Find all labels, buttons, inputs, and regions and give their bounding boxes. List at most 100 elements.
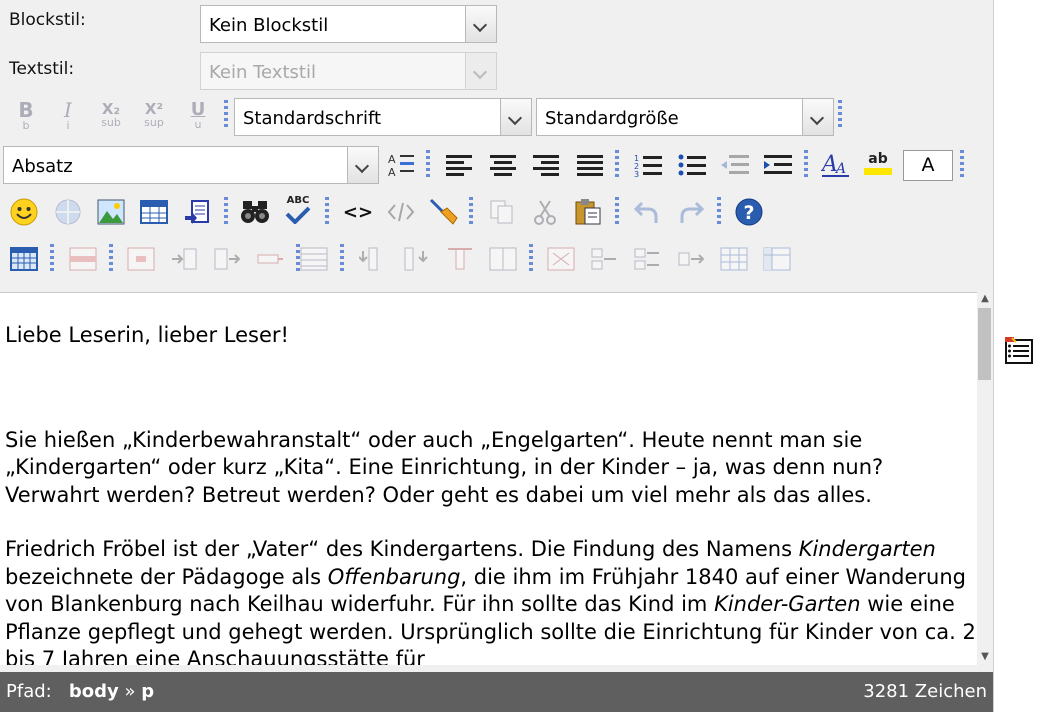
editor-content-area[interactable]: Liebe Leserin, lieber Leser! Sie hießen …	[0, 292, 977, 665]
merge-cells-icon[interactable]	[546, 244, 576, 274]
element-path: Pfad: body » p	[6, 681, 155, 702]
binoculars-icon[interactable]	[240, 197, 270, 227]
content-scrollbar[interactable]: ▲ ▼	[977, 292, 993, 664]
font-family-select[interactable]: Standardschrift	[234, 98, 532, 136]
toolbar-separator	[469, 197, 473, 227]
chevron-down-icon[interactable]	[347, 147, 378, 183]
image-icon[interactable]	[96, 197, 126, 227]
bold-icon[interactable]: B b	[11, 100, 41, 131]
paragraph: Friedrich Fröbel ist der „Vater“ des Kin…	[5, 537, 976, 665]
row-after-icon[interactable]	[212, 244, 242, 274]
blockstyle-select[interactable]: Kein Blockstil	[200, 5, 497, 43]
highlight-color-icon[interactable]: ab	[863, 148, 893, 178]
toolbar-separator	[340, 244, 344, 274]
chevron-down-icon[interactable]	[802, 99, 833, 135]
help-icon[interactable]: ?	[734, 197, 764, 227]
toolbar-separator	[615, 197, 619, 227]
col-props-icon[interactable]	[299, 244, 329, 274]
align-right-icon[interactable]	[531, 150, 561, 180]
redo-icon[interactable]	[676, 197, 706, 227]
font-size-select[interactable]: Standardgröße	[536, 98, 834, 136]
insert-snippet-icon[interactable]	[183, 197, 213, 227]
cut-icon[interactable]	[530, 197, 560, 227]
underline-icon[interactable]: U u	[183, 100, 213, 130]
indent-icon[interactable]	[763, 150, 793, 180]
bullet-list-icon[interactable]	[677, 150, 707, 180]
toolbar-separator	[615, 150, 619, 180]
align-center-icon[interactable]	[488, 150, 518, 180]
scroll-up-icon[interactable]: ▲	[977, 292, 993, 306]
table-insert-icon[interactable]	[9, 244, 39, 274]
textstyle-value: Kein Textstil	[209, 62, 316, 83]
copy-icon[interactable]	[487, 197, 517, 227]
path-p-link[interactable]: p	[141, 681, 154, 702]
outdent-icon[interactable]	[720, 150, 750, 180]
chevron-down-icon[interactable]	[465, 6, 496, 42]
cell-props-icon[interactable]	[126, 244, 156, 274]
svg-text:A: A	[834, 161, 846, 177]
toolbar-separator	[109, 244, 113, 274]
empty-paragraph	[0, 400, 977, 427]
scroll-thumb[interactable]	[978, 308, 991, 380]
toolbar-separator	[960, 150, 964, 180]
paragraph-format-select[interactable]: Absatz	[3, 146, 379, 184]
row-before-icon[interactable]	[169, 244, 199, 274]
align-justify-icon[interactable]	[575, 150, 605, 180]
text-color-button[interactable]: A	[903, 150, 953, 181]
col-before-icon[interactable]	[358, 244, 388, 274]
textstyle-label: Textstil:	[9, 59, 75, 79]
col-after-icon[interactable]	[402, 244, 432, 274]
toolbar-separator	[50, 244, 54, 274]
svg-text:A: A	[388, 153, 396, 166]
delete-row-icon[interactable]	[255, 244, 285, 274]
spellcheck-icon[interactable]: ABC	[283, 195, 313, 225]
side-panel	[993, 0, 1050, 712]
svg-text:3: 3	[634, 170, 639, 177]
paragraph: Liebe Leserin, lieber Leser!	[5, 323, 289, 347]
svg-text:A: A	[388, 166, 396, 178]
paragraph: Sie hießen „Kinderbewahranstalt“ oder au…	[5, 427, 884, 507]
smiley-icon[interactable]	[9, 197, 39, 227]
scroll-down-icon[interactable]: ▼	[977, 650, 993, 664]
cut-row-icon[interactable]	[589, 244, 619, 274]
path-body-link[interactable]: body	[69, 681, 119, 702]
character-count: 3281 Zeichen	[863, 681, 987, 702]
numbered-list-icon[interactable]: 123	[633, 150, 663, 180]
copy-row-icon[interactable]	[632, 244, 662, 274]
source-code-icon[interactable]: <>	[343, 197, 373, 227]
table-layout-icon[interactable]	[762, 244, 792, 274]
status-bar: Pfad: body » p 3281 Zeichen	[0, 672, 993, 712]
delete-col-icon[interactable]	[445, 244, 475, 274]
undo-icon[interactable]	[632, 197, 662, 227]
toolbar-separator	[838, 100, 842, 130]
font-family-value: Standardschrift	[243, 108, 382, 129]
italic-icon[interactable]: I i	[53, 100, 83, 131]
row-props-icon[interactable]	[68, 244, 98, 274]
text-style-icon[interactable]: AA	[821, 150, 851, 180]
preview-code-icon[interactable]	[386, 197, 416, 227]
paste-icon[interactable]	[573, 197, 603, 227]
font-size-value: Standardgröße	[545, 108, 679, 129]
chevron-down-icon[interactable]	[500, 99, 531, 135]
table-grid-icon[interactable]	[719, 244, 749, 274]
list-properties-icon[interactable]	[1004, 336, 1034, 366]
paste-row-icon[interactable]	[676, 244, 706, 274]
superscript-icon[interactable]: X² sup	[139, 100, 169, 130]
blockstyle-value: Kein Blockstil	[209, 15, 329, 36]
svg-text:?: ?	[744, 202, 755, 224]
toolbar-separator	[224, 100, 228, 130]
rich-text-editor: Blockstil: Kein Blockstil Textstil: Kein…	[0, 0, 993, 712]
textstyle-select[interactable]: Kein Textstil	[200, 52, 497, 90]
subscript-icon[interactable]: X₂ sub	[96, 100, 126, 130]
line-height-icon[interactable]: AA	[386, 150, 416, 180]
toolbar-separator	[325, 197, 329, 227]
link-globe-icon[interactable]	[53, 197, 83, 227]
align-left-icon[interactable]	[444, 150, 474, 180]
split-cells-icon[interactable]	[488, 244, 518, 274]
blockstyle-label: Blockstil:	[9, 10, 86, 30]
paragraph-format-value: Absatz	[12, 156, 73, 177]
table-icon[interactable]	[139, 197, 169, 227]
toolbar-separator	[717, 197, 721, 227]
chevron-down-icon[interactable]	[465, 53, 496, 89]
clean-broom-icon[interactable]	[429, 197, 459, 227]
